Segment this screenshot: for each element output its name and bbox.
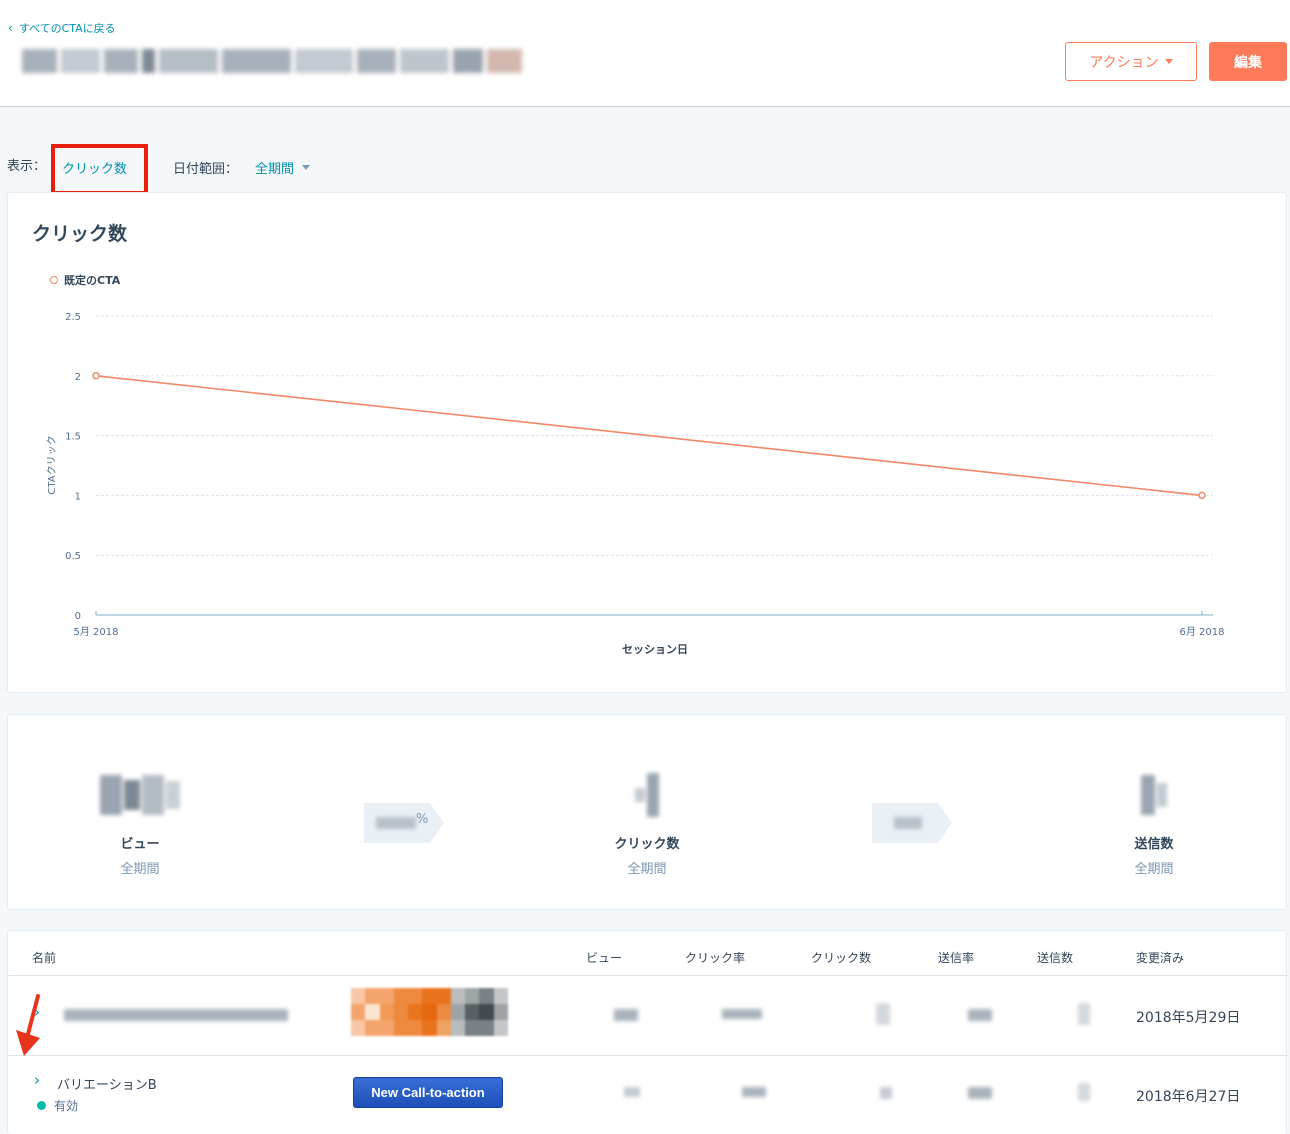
- column-header-views[interactable]: ビュー: [586, 949, 622, 966]
- stat-views: ビュー 全期間: [70, 771, 210, 877]
- y-tick-label: 2.5: [65, 312, 81, 323]
- status-dot-icon: [37, 1101, 46, 1110]
- status-badge: 有効: [37, 1097, 78, 1114]
- click-rate-value-redacted: [376, 817, 416, 829]
- column-header-click-rate[interactable]: クリック率: [685, 949, 745, 966]
- click-rate-percent-sign: %: [416, 812, 429, 827]
- x-tick-label: 6月 2018: [1180, 626, 1225, 638]
- y-tick-label: 0: [75, 611, 81, 622]
- stat-clicks-value-redacted: [577, 771, 717, 819]
- chart-card: クリック数 既定のCTA 0 0.5 1 1.5 2 2.5 5月 2018 6月 2018 セ…: [7, 192, 1287, 693]
- row-modified-date: 2018年5月29日: [1136, 1010, 1241, 1026]
- caret-down-icon: [1164, 59, 1173, 64]
- stat-submissions-period: 全期間: [1134, 862, 1174, 877]
- row-divider: [8, 1055, 1288, 1056]
- stat-submissions: 送信数 全期間: [1084, 771, 1224, 877]
- chevron-left-icon: ‹: [8, 21, 13, 35]
- date-range-label: 日付範囲：: [173, 162, 239, 177]
- date-range-value: 全期間: [255, 162, 295, 177]
- stat-views-value-redacted: [70, 771, 210, 819]
- stat-clicks: クリック数 全期間: [577, 771, 717, 877]
- filter-bar: 表示：: [7, 155, 46, 174]
- y-tick-label: 1: [75, 491, 81, 502]
- edit-button[interactable]: 編集: [1209, 42, 1287, 81]
- x-axis-title: セッション日: [622, 643, 688, 656]
- cta-preview-button[interactable]: New Call-to-action: [353, 1077, 503, 1108]
- data-point: [92, 372, 100, 380]
- column-header-submit-rate[interactable]: 送信率: [938, 949, 974, 966]
- row-click-rate-redacted: [742, 1087, 766, 1097]
- row-clicks-redacted: [876, 1003, 890, 1025]
- view-label: 表示：: [7, 159, 47, 174]
- row-click-rate-redacted: [722, 1009, 762, 1019]
- click-rate-arrow: %: [364, 803, 444, 843]
- caret-down-icon: [302, 165, 311, 170]
- x-tick-label: 5月 2018: [74, 626, 119, 638]
- stat-submissions-label: 送信数: [1134, 837, 1174, 852]
- row-clicks-redacted: [880, 1087, 892, 1099]
- column-header-name[interactable]: 名前: [32, 949, 56, 966]
- stat-clicks-period: 全期間: [627, 862, 667, 877]
- row-submit-rate-redacted: [968, 1087, 992, 1099]
- annotation-arrow-icon: [16, 994, 40, 1056]
- y-tick-label: 2: [75, 372, 81, 383]
- stat-views-period: 全期間: [120, 862, 160, 877]
- submit-rate-value-redacted: [894, 817, 922, 829]
- row-views-redacted: [614, 1009, 638, 1021]
- column-header-submissions[interactable]: 送信数: [1037, 949, 1073, 966]
- y-axis-title: CTAクリック: [46, 435, 58, 494]
- stat-clicks-label: クリック数: [614, 837, 680, 852]
- stats-card: ビュー 全期間 % クリック数 全期間 送信数 全期間: [7, 714, 1287, 910]
- page-title-redacted: [22, 44, 523, 78]
- row-submissions-redacted: [1078, 1083, 1090, 1101]
- status-label: 有効: [54, 1099, 79, 1113]
- cta-preview-thumbnail[interactable]: [351, 988, 508, 1036]
- page-header: ‹ すべてのCTAに戻る アクション 編集: [0, 0, 1290, 107]
- stat-views-label: ビュー: [120, 837, 160, 852]
- header-divider: [8, 975, 1288, 976]
- row-variation-name[interactable]: バリエーションB: [57, 1074, 157, 1093]
- row-submit-rate-redacted: [968, 1009, 992, 1021]
- back-link-label: すべてのCTAに戻る: [18, 22, 116, 35]
- row-name-redacted: [64, 1009, 288, 1021]
- variations-table: 名前 ビュー クリック率 クリック数 送信率 送信数 変更済み › 2018年5…: [7, 930, 1288, 1134]
- expand-chevron-icon[interactable]: ›: [34, 1071, 40, 1089]
- column-header-modified[interactable]: 変更済み: [1136, 949, 1184, 966]
- stat-submissions-value-redacted: [1084, 771, 1224, 819]
- data-point: [1198, 491, 1206, 500]
- y-tick-label: 0.5: [65, 551, 81, 562]
- date-range-selector[interactable]: 全期間: [255, 158, 311, 177]
- line-chart: 0 0.5 1 1.5 2 2.5 5月 2018 6月 2018 セッション日 CTAクリック: [46, 312, 1225, 656]
- row-submissions-redacted: [1078, 1003, 1090, 1025]
- row-views-redacted: [624, 1087, 640, 1097]
- back-to-all-ctas-link[interactable]: ‹ すべてのCTAに戻る: [8, 20, 116, 36]
- view-selector[interactable]: クリック数: [62, 158, 127, 177]
- row-modified-date: 2018年6月27日: [1136, 1089, 1241, 1105]
- column-header-clicks[interactable]: クリック数: [811, 949, 871, 966]
- y-tick-label: 1.5: [65, 432, 81, 443]
- action-dropdown-button[interactable]: アクション: [1065, 42, 1197, 81]
- submit-rate-arrow: [872, 803, 952, 843]
- action-button-label: アクション: [1089, 54, 1159, 71]
